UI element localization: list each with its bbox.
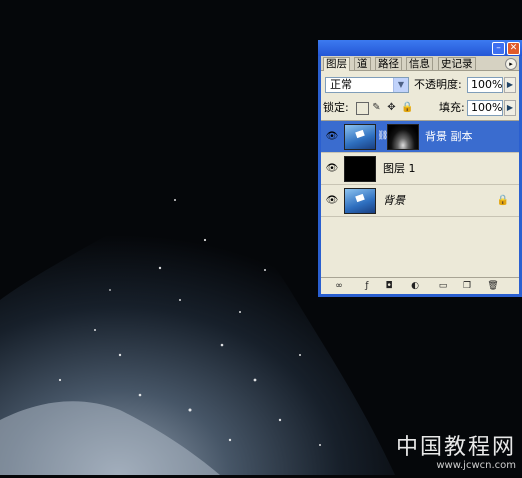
watermark-url: www.jcwcn.com (436, 460, 516, 471)
group-icon[interactable]: ▭ (437, 280, 449, 292)
layer-thumbnail (344, 188, 376, 214)
layer-row-layer-1[interactable]: 👁 图层 1 (321, 153, 519, 185)
layer-row-background[interactable]: 👁 背景 🔒 (321, 185, 519, 217)
fill-input[interactable]: 100% (467, 100, 503, 116)
fill-slider-arrow-icon[interactable]: ▶ (504, 100, 516, 116)
tab-history[interactable]: 史记录 (438, 57, 476, 70)
opacity-input[interactable]: 100% (467, 77, 503, 93)
lock-icon: 🔒 (496, 195, 509, 206)
panel-tabs: 图层 道 路径 信息 史记录 ▸ (321, 56, 519, 71)
layer-name: 图层 1 (383, 162, 416, 175)
eye-icon[interactable]: 👁 (324, 193, 340, 209)
lock-row: 锁定: ✎ ✥ 🔒 填充: 100% ▶ (321, 100, 519, 118)
layer-name: 背景 (383, 194, 405, 207)
layer-list: 👁 ⛓ 背景 副本 👁 图层 1 👁 背景 🔒 (321, 120, 519, 279)
eye-icon[interactable]: 👁 (324, 161, 340, 177)
adjustment-icon[interactable]: ◐ (409, 280, 421, 292)
link-layers-icon[interactable]: ∞ (333, 280, 345, 292)
mask-icon[interactable]: ◘ (383, 280, 395, 292)
minimize-icon[interactable]: – (492, 42, 505, 55)
lock-transparency-icon[interactable] (356, 102, 369, 115)
new-layer-icon[interactable]: ❐ (461, 280, 473, 292)
opacity-label: 不透明度: (414, 78, 462, 91)
watermark-title: 中国教程网 (395, 435, 516, 460)
tab-info[interactable]: 信息 (406, 57, 433, 70)
blend-row: 正常 ▼ 不透明度: 100% ▶ (321, 77, 519, 95)
panel-toolbar: ∞ ƒ ◘ ◐ ▭ ❐ 🗑 (321, 277, 519, 294)
panel-menu-icon[interactable]: ▸ (505, 58, 517, 70)
eye-icon[interactable]: 👁 (324, 129, 340, 145)
trash-icon[interactable]: 🗑 (487, 280, 499, 292)
close-icon[interactable]: ✕ (507, 42, 520, 55)
tab-channels[interactable]: 道 (354, 57, 371, 70)
fill-label: 填充: (439, 101, 465, 114)
layers-panel: – ✕ 图层 道 路径 信息 史记录 ▸ 正常 ▼ 不透明度: 100% ▶ 锁… (318, 40, 522, 297)
layer-thumbnail (344, 124, 376, 150)
watermark: 中国教程网 www.jcwcn.com (395, 435, 516, 472)
panel-body: 图层 道 路径 信息 史记录 ▸ 正常 ▼ 不透明度: 100% ▶ 锁定: ✎… (321, 56, 519, 294)
panel-titlebar[interactable]: – ✕ (318, 40, 522, 56)
blend-mode-select[interactable]: 正常 ▼ (325, 77, 409, 93)
layer-style-icon[interactable]: ƒ (361, 280, 373, 292)
lock-brush-icon[interactable]: ✎ (371, 102, 382, 113)
lock-move-icon[interactable]: ✥ (386, 102, 397, 113)
tab-layers[interactable]: 图层 (323, 57, 350, 71)
lock-all-icon[interactable]: 🔒 (401, 102, 413, 113)
chevron-down-icon: ▼ (393, 78, 408, 92)
opacity-slider-arrow-icon[interactable]: ▶ (504, 77, 516, 93)
layer-mask-thumbnail[interactable] (387, 124, 419, 150)
lock-label: 锁定: (323, 101, 349, 114)
layer-name: 背景 副本 (425, 130, 473, 143)
tab-paths[interactable]: 路径 (375, 57, 402, 70)
blend-mode-value: 正常 (330, 78, 352, 91)
layer-row-background-copy[interactable]: 👁 ⛓ 背景 副本 (321, 121, 519, 153)
layer-thumbnail (344, 156, 376, 182)
